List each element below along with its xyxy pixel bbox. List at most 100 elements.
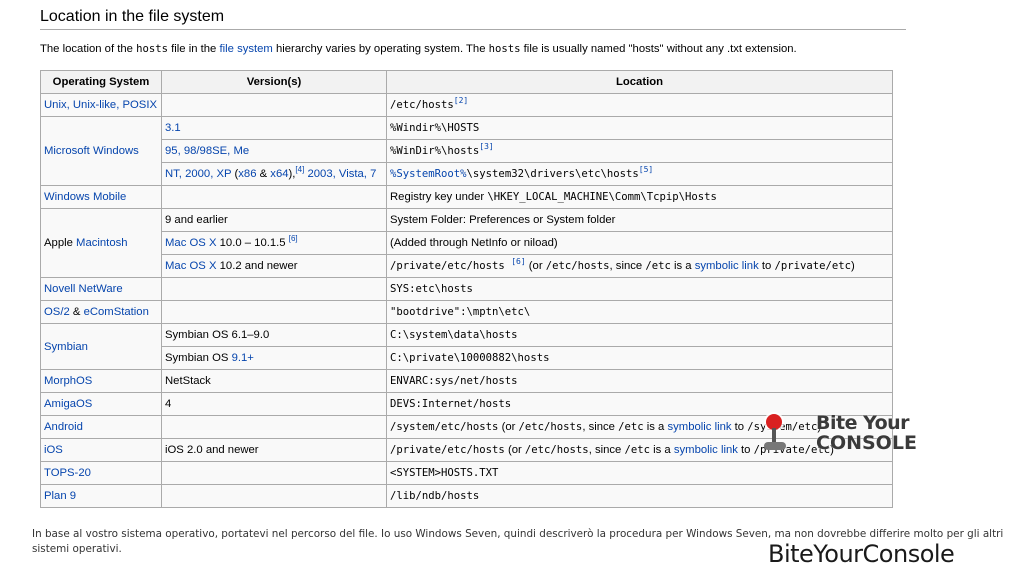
table-row: OS/2 & eComStation "bootdrive":\mptn\etc…	[40, 300, 893, 324]
version-link[interactable]: Mac OS X	[165, 237, 216, 249]
location-text: (or	[504, 444, 525, 456]
version-cell	[161, 300, 387, 324]
column-header-version: Version(s)	[161, 70, 387, 94]
file-system-link[interactable]: file system	[219, 43, 272, 55]
location-cell: %Windir%\HOSTS	[386, 116, 893, 140]
os-link[interactable]: Android	[44, 421, 83, 433]
table-row: Mac OS X 10.2 and newer /private/etc/hos…	[41, 254, 893, 278]
os-link[interactable]: Windows Mobile	[44, 191, 126, 203]
location-path: %WinDir%\hosts	[390, 145, 480, 157]
os-text: Apple	[44, 237, 77, 249]
location-path: /etc/hosts	[524, 444, 589, 456]
version-cell: 95, 98/98SE, Me	[161, 139, 387, 163]
os-link[interactable]: TOPS-20	[44, 467, 91, 479]
location-cell: C:\system\data\hosts	[386, 323, 893, 347]
reference-link[interactable]: [6]	[511, 257, 525, 266]
os-link[interactable]: MorphOS	[44, 375, 92, 387]
location-path: /etc/hosts	[518, 421, 583, 433]
systemroot-link[interactable]: %SystemRoot%	[390, 168, 467, 180]
column-header-location: Location	[386, 70, 893, 94]
site-watermark: BiteYourConsole	[768, 540, 955, 568]
os-cell: Novell NetWare	[40, 277, 162, 301]
table-row: 95, 98/98SE, Me %WinDir%\hosts[3]	[41, 139, 893, 163]
location-cell: (Added through NetInfo or niload)	[386, 231, 893, 255]
version-cell	[161, 277, 387, 301]
table-row: Novell NetWare SYS:etc\hosts	[40, 277, 893, 301]
location-path: /etc	[645, 260, 671, 272]
version-link[interactable]: NT, 2000, XP	[165, 168, 231, 180]
os-cell: AmigaOS	[40, 392, 162, 416]
table-row: Apple Macintosh 9 and earlier System Fol…	[40, 208, 893, 278]
table-row: TOPS-20 <SYSTEM>HOSTS.TXT	[40, 461, 893, 485]
version-link[interactable]: 2003, Vista, 7	[304, 168, 376, 180]
os-cell: Microsoft Windows	[40, 116, 162, 186]
version-link[interactable]: 3.1	[165, 122, 181, 134]
location-text: Registry key under	[390, 191, 488, 203]
location-text: )	[850, 260, 855, 272]
os-link[interactable]: Symbian	[44, 341, 88, 353]
location-text: , since	[588, 444, 625, 456]
os-link[interactable]: Unix, Unix-like, POSIX	[44, 99, 157, 111]
os-cell: TOPS-20	[40, 461, 162, 485]
version-cell	[161, 484, 387, 508]
table-header-row: Operating System Version(s) Location	[40, 70, 893, 94]
intro-text: file is usually named "hosts" without an…	[520, 43, 797, 55]
location-text: , since	[582, 421, 619, 433]
symbolic-link-link[interactable]: symbolic link	[695, 260, 759, 272]
location-path: /etc/hosts	[390, 99, 454, 111]
version-cell: 3.1	[161, 116, 387, 140]
reference-link[interactable]: [6]	[289, 234, 298, 243]
column-header-os: Operating System	[40, 70, 162, 94]
os-link[interactable]: Microsoft Windows	[44, 145, 139, 157]
location-cell: ENVARC:sys/net/hosts	[386, 369, 893, 393]
version-link[interactable]: x64	[270, 168, 288, 180]
os-link[interactable]: AmigaOS	[44, 398, 92, 410]
os-cell: OS/2 & eComStation	[40, 300, 162, 324]
location-text: is a	[650, 444, 674, 456]
logo-text-line1: Bite Your	[816, 412, 910, 434]
version-link[interactable]: 95, 98/98SE, Me	[165, 145, 249, 157]
version-link[interactable]: Mac OS X	[165, 260, 216, 272]
version-cell: NT, 2000, XP (x86 & x64),[4] 2003, Vista…	[161, 162, 387, 186]
location-text: (or	[498, 421, 519, 433]
location-cell: <SYSTEM>HOSTS.TXT	[386, 461, 893, 485]
location-cell: System Folder: Preferences or System fol…	[386, 208, 893, 232]
version-link[interactable]: x86	[238, 168, 256, 180]
intro-text: hierarchy varies by operating system. Th…	[272, 43, 489, 55]
location-text: , since	[609, 260, 646, 272]
os-link[interactable]: Macintosh	[76, 237, 128, 249]
version-cell: Mac OS X 10.0 – 10.1.5 [6]	[161, 231, 387, 255]
version-link[interactable]: 9.1+	[232, 352, 254, 364]
version-cell: Symbian OS 9.1+	[161, 346, 387, 370]
location-cell: C:\private\10000882\hosts	[386, 346, 893, 370]
reference-link[interactable]: [5]	[639, 165, 653, 174]
table-row: Windows Mobile Registry key under \HKEY_…	[40, 185, 893, 209]
os-cell: Windows Mobile	[40, 185, 162, 209]
location-path: \HKEY_LOCAL_MACHINE\Comm\Tcpip\Hosts	[487, 191, 717, 203]
version-cell: 9 and earlier	[161, 208, 387, 232]
os-link[interactable]: eComStation	[84, 306, 149, 318]
table-row: Microsoft Windows 3.1 %Windir%\HOSTS	[40, 116, 893, 186]
symbolic-link-link[interactable]: symbolic link	[674, 444, 738, 456]
os-link[interactable]: Plan 9	[44, 490, 76, 502]
version-cell	[161, 461, 387, 485]
table-row: Unix, Unix-like, POSIX /etc/hosts[2]	[40, 93, 893, 117]
version-cell: Mac OS X 10.2 and newer	[161, 254, 387, 278]
os-link[interactable]: OS/2	[44, 306, 70, 318]
os-cell: Symbian	[40, 323, 162, 370]
symbolic-link-link[interactable]: symbolic link	[667, 421, 731, 433]
location-text: is a	[670, 260, 695, 272]
reference-link[interactable]: [4]	[295, 165, 304, 174]
intro-code: hosts	[488, 43, 521, 55]
version-cell: 4	[161, 392, 387, 416]
os-link[interactable]: iOS	[44, 444, 63, 456]
logo-text-line2: CONSOLE	[816, 432, 917, 454]
os-link[interactable]: Novell NetWare	[44, 283, 123, 295]
reference-link[interactable]: [3]	[479, 142, 493, 151]
table-row: Mac OS X 10.0 – 10.1.5 [6] (Added throug…	[41, 231, 893, 255]
location-path: /etc	[618, 421, 644, 433]
reference-link[interactable]: [2]	[454, 96, 468, 105]
table-row: Plan 9 /lib/ndb/hosts	[40, 484, 893, 508]
location-cell: /etc/hosts[2]	[386, 93, 893, 117]
os-cell: Plan 9	[40, 484, 162, 508]
